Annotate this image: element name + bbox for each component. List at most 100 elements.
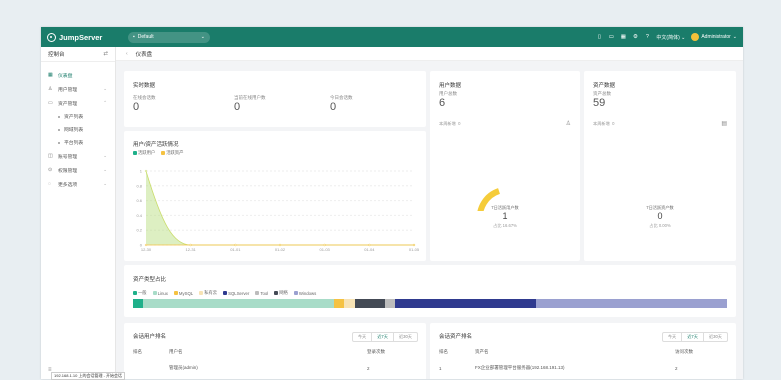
bar-segment[interactable] xyxy=(344,299,355,308)
legend-item[interactable]: Linux xyxy=(152,290,168,296)
y-tick-label: 0.4 xyxy=(136,213,142,218)
y-tick-label: 0.2 xyxy=(136,228,142,233)
brand-name: JumpServer xyxy=(59,32,103,42)
legend-item[interactable]: 一般 xyxy=(133,290,147,296)
tab-7days[interactable]: 近7天 xyxy=(372,333,394,341)
x-tick-label: 01-01 xyxy=(230,247,241,252)
asset-active-value: 0 xyxy=(657,211,663,221)
legend-swatch xyxy=(293,291,298,296)
sidebar-item-assets[interactable]: ▭ 资产管理 ⌃ xyxy=(41,96,115,110)
grid-icon[interactable]: ▦ xyxy=(620,34,626,40)
user-weekly-label: 本周新增 xyxy=(439,121,456,126)
data-point[interactable] xyxy=(368,243,371,247)
bar-segment[interactable] xyxy=(354,299,385,308)
bar-segment[interactable] xyxy=(133,299,144,308)
asset-total-value: 59 xyxy=(593,97,606,109)
series-area xyxy=(146,171,414,245)
table-header: 排名 资产名 访问次数 xyxy=(439,347,727,357)
data-point[interactable] xyxy=(412,243,416,247)
asset-icon: ▭ xyxy=(48,100,53,106)
brand[interactable]: JumpServer xyxy=(41,32,125,42)
cell-rank: 1 xyxy=(439,365,442,371)
sidebar-item-label: 权限管理 xyxy=(58,168,78,174)
column-header: 用户名 xyxy=(169,349,183,354)
sidebar-menu: ▦ 仪表盘 ♙ 用户管理 ⌄ ▭ 资产管理 ⌃ 资产列表 网域列表 平台列表 ◫ 账号管理 ⌄… xyxy=(41,62,115,191)
dashboard-icon: ▦ xyxy=(48,72,53,78)
bullet-icon xyxy=(58,141,60,144)
column-header: 访问次数 xyxy=(675,349,693,354)
language-selector[interactable]: 中文(简体) ⌄ xyxy=(656,34,685,41)
column-header: 排名 xyxy=(133,349,142,354)
data-point[interactable] xyxy=(234,243,237,247)
sidebar-item-accounts[interactable]: ◫ 账号管理 ⌄ xyxy=(41,149,115,163)
tab-today[interactable]: 今天 xyxy=(353,333,373,341)
chevron-down-icon: ⌄ xyxy=(200,34,205,40)
user-data-title: 用户数据 xyxy=(439,83,462,89)
x-tick-label: 01-03 xyxy=(320,247,331,252)
data-point[interactable] xyxy=(323,243,326,247)
app-window: JumpServer ▪ Default ⌄ ▯ ▭ ▦ ⚙ ? 中文(简体) … xyxy=(41,27,743,379)
legend-swatch xyxy=(133,150,137,155)
trend-title: 用户/资产活跃情况 xyxy=(133,142,179,148)
legend-item[interactable]: SQLServer xyxy=(223,291,249,296)
asset-types-card: 资产类型占比 一般 Linux MySQL 私有云 SQLServer Tool 网络 Win… xyxy=(124,265,736,317)
bar-segment[interactable] xyxy=(143,299,335,308)
cell-name: FX企业部署管理平台服务器(192.168.191.13) xyxy=(475,365,565,370)
chevron-left-icon[interactable]: ‹ xyxy=(126,51,128,57)
tab-30days[interactable]: 近30天 xyxy=(394,333,417,341)
chevron-up-icon: ⌃ xyxy=(103,100,107,105)
user-menu[interactable]: Administrator ⌄ xyxy=(691,33,737,41)
data-point[interactable] xyxy=(278,243,282,247)
chevron-down-icon: ⌄ xyxy=(103,86,107,91)
sidebar-item-label: 平台列表 xyxy=(64,141,84,146)
data-point[interactable] xyxy=(144,243,148,247)
chevron-down-icon: ⌄ xyxy=(732,34,737,40)
legend-item[interactable]: MySQL xyxy=(173,291,193,296)
legend-label: 一般 xyxy=(138,290,147,295)
data-point[interactable] xyxy=(144,169,148,173)
table-row[interactable]: 管理员(admin) 2 xyxy=(133,363,417,373)
terminal-icon[interactable]: ▯ xyxy=(596,34,602,40)
chevron-down-icon: ⌄ xyxy=(103,181,107,186)
switch-view-icon[interactable]: ⇄ xyxy=(103,51,108,57)
sidebar-item-asset-list[interactable]: 资产列表 xyxy=(41,110,115,123)
bar-segment[interactable] xyxy=(334,299,345,308)
legend-item[interactable]: 活跃用户 xyxy=(133,150,155,156)
bar-segment[interactable] xyxy=(535,299,727,308)
trend-legend: 活跃用户 活跃资产 xyxy=(133,150,183,156)
x-tick-label: 12-31 xyxy=(186,247,197,252)
legend-item[interactable]: Tool xyxy=(255,291,268,296)
bar-segment[interactable] xyxy=(394,299,536,308)
help-icon[interactable]: ? xyxy=(644,34,650,40)
sidebar-item-more[interactable]: ◌ 更多选项 ⌄ xyxy=(41,177,115,191)
asset-types-legend: 一般 Linux MySQL 私有云 SQLServer Tool 网络 Windows xyxy=(133,290,316,296)
bar-segment[interactable] xyxy=(384,299,395,308)
tab-30days[interactable]: 近30天 xyxy=(704,333,727,341)
legend-item[interactable]: 活跃资产 xyxy=(161,150,183,156)
sidebar-item-platform-list[interactable]: 平台列表 xyxy=(41,136,115,149)
sidebar-item-dashboard[interactable]: ▦ 仪表盘 xyxy=(41,68,115,82)
legend-item[interactable]: Windows xyxy=(293,291,316,296)
settings-icon[interactable]: ⚙ xyxy=(632,34,638,40)
asset-weekly-label: 本周新增 xyxy=(593,121,610,126)
sidebar-item-users[interactable]: ♙ 用户管理 ⌄ xyxy=(41,82,115,96)
session-users-card: 会话用户排名 今天 近7天 近30天 排名 用户名 登录次数 管理员(admin… xyxy=(124,323,426,379)
y-tick-label: 0.6 xyxy=(136,198,142,203)
org-selector[interactable]: ▪ Default ⌄ xyxy=(128,31,210,43)
tab-today[interactable]: 今天 xyxy=(663,333,683,341)
legend-item[interactable]: 网络 xyxy=(274,290,288,296)
web-terminal-icon[interactable]: ▭ xyxy=(608,34,614,40)
table-row[interactable]: 1 FX企业部署管理平台服务器(192.168.191.13) 2 xyxy=(439,363,727,373)
data-point[interactable] xyxy=(189,243,192,247)
user-data-card: 用户数据 用户总数 6 本周新增 0 ♙ 7日活跃用户数 1 占比 16.67% xyxy=(430,71,580,261)
breadcrumb: ‹ 仪表盘 xyxy=(116,47,743,61)
tab-7days[interactable]: 近7天 xyxy=(682,333,704,341)
sidebar-item-permissions[interactable]: ⊙ 权限管理 ⌄ xyxy=(41,163,115,177)
legend-item[interactable]: 私有云 xyxy=(199,290,217,296)
sidebar: 控制台 ⇄ ▦ 仪表盘 ♙ 用户管理 ⌄ ▭ 资产管理 ⌃ 资产列表 网域列表 平台列表 … xyxy=(41,47,116,379)
legend-label: 私有云 xyxy=(204,290,218,295)
legend-label: Linux xyxy=(157,290,168,296)
x-tick-label: 12-30 xyxy=(141,247,152,252)
sidebar-item-domain-list[interactable]: 网域列表 xyxy=(41,123,115,136)
asset-types-bar xyxy=(133,299,727,308)
